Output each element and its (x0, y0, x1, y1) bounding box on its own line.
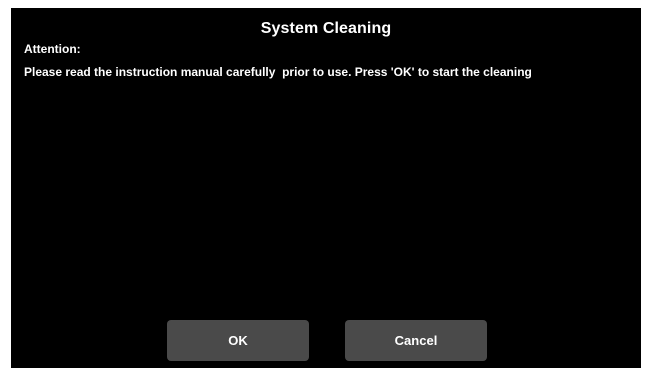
dialog-title: System Cleaning (260, 20, 392, 37)
attention-label: Attention: (24, 42, 81, 56)
instruction-message: Please read the instruction manual caref… (24, 65, 532, 79)
system-cleaning-dialog: System Cleaning Attention: Please read t… (11, 8, 641, 368)
ok-button[interactable]: OK (167, 320, 309, 361)
cancel-button[interactable]: Cancel (345, 320, 487, 361)
